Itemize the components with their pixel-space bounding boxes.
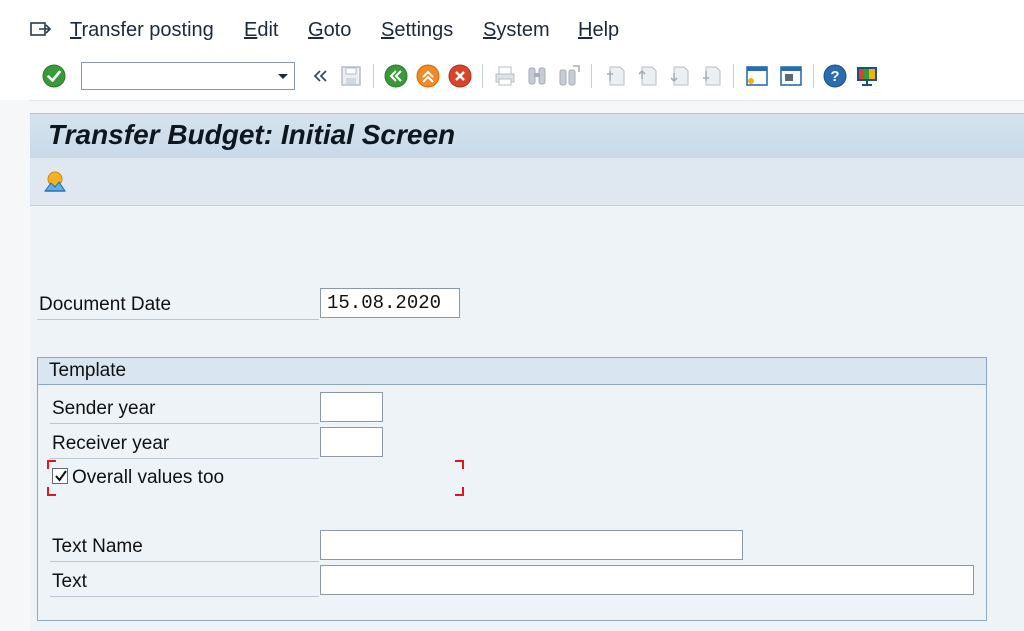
sender-year-field[interactable] (320, 392, 383, 422)
screen-title: Transfer Budget: Initial Screen (48, 119, 456, 150)
menu-help-label: elp (592, 19, 620, 41)
toolbar-separator (482, 64, 483, 88)
cancel-icon[interactable] (448, 64, 472, 88)
label-underline (50, 423, 319, 424)
menu-system[interactable]: System (483, 19, 550, 42)
menu-goto-label: oto (323, 19, 352, 41)
menu-transfer-posting-label: ransfer posting (81, 19, 214, 41)
menu-system-accel: S (483, 19, 497, 41)
text-label: Text (52, 571, 87, 592)
receiver-year-label: Receiver year (52, 433, 170, 454)
focus-corner-top-right (455, 460, 464, 469)
toolbar-separator (373, 64, 374, 88)
sender-year-label: Sender year (52, 398, 156, 419)
template-group-title: Template (49, 360, 127, 381)
svg-text:?: ? (830, 68, 839, 85)
first-page-icon[interactable] (603, 64, 627, 88)
focus-corner-bottom-left (47, 487, 56, 496)
left-gutter (0, 100, 30, 631)
back-icon[interactable] (384, 64, 408, 88)
focus-corner-bottom-right (455, 487, 464, 496)
previous-page-icon[interactable] (635, 64, 659, 88)
checkmark-icon (55, 470, 67, 482)
menu-goto-accel: G (308, 19, 324, 41)
menu-help[interactable]: Help (578, 19, 619, 42)
label-underline (50, 561, 319, 562)
menu-bar: Transfer posting Edit Goto Settings Syst… (0, 0, 1024, 55)
menu-settings-label: ettings (394, 19, 454, 41)
transfer-template-icon[interactable] (42, 169, 68, 195)
command-dropdown-icon[interactable] (272, 63, 294, 89)
create-session-icon[interactable] (745, 64, 769, 88)
label-underline (50, 458, 319, 459)
text-name-label: Text Name (52, 536, 143, 557)
document-date-label: Document Date (39, 294, 172, 315)
enter-icon[interactable] (42, 64, 66, 88)
collapse-icon[interactable] (308, 64, 332, 88)
toolbar-separator (733, 64, 734, 88)
menu-edit-accel: E (244, 19, 258, 41)
toolbar-separator (591, 64, 592, 88)
document-date-field[interactable] (320, 288, 460, 318)
menu-system-label: ystem (496, 19, 550, 41)
overall-values-label[interactable]: Overall values too (72, 467, 224, 489)
customize-layout-icon[interactable] (855, 64, 879, 88)
exit-icon[interactable] (416, 64, 440, 88)
help-icon[interactable]: ? (823, 64, 847, 88)
find-next-icon[interactable] (557, 64, 581, 88)
text-field[interactable] (320, 565, 974, 595)
label-underline (37, 319, 319, 320)
menu-settings-accel: S (381, 19, 395, 41)
command-field[interactable] (81, 62, 295, 90)
label-underline (50, 596, 319, 597)
template-group-header: Template (38, 358, 986, 385)
text-name-field[interactable] (320, 530, 743, 560)
next-page-icon[interactable] (667, 64, 691, 88)
toolbar-separator (813, 64, 814, 88)
last-page-icon[interactable] (699, 64, 723, 88)
menu-settings[interactable]: Settings (381, 19, 453, 42)
application-toolbar (30, 158, 1024, 206)
receiver-year-field[interactable] (320, 427, 383, 457)
generate-shortcut-icon[interactable] (779, 64, 803, 88)
print-icon[interactable] (493, 64, 517, 88)
save-icon[interactable] (339, 64, 363, 88)
menu-edit[interactable]: Edit (244, 19, 278, 42)
menu-transfer-posting[interactable]: Transfer posting (70, 19, 214, 42)
menu-expand-icon[interactable] (30, 20, 52, 38)
menu-goto[interactable]: Goto (308, 19, 351, 42)
menu-transfer-posting-accel: T (70, 19, 82, 41)
screen-title-bar: Transfer Budget: Initial Screen (30, 113, 1024, 159)
find-icon[interactable] (525, 64, 549, 88)
system-toolbar: ? (0, 54, 1024, 101)
overall-values-checkbox[interactable] (52, 468, 68, 484)
menu-help-accel: H (578, 19, 593, 41)
menu-edit-label: dit (257, 19, 279, 41)
